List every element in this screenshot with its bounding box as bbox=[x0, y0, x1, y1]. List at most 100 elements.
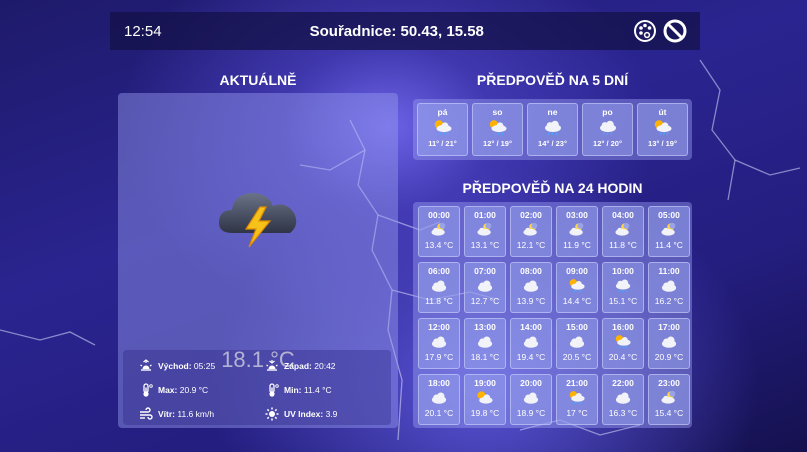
hour-label: 03:00 bbox=[566, 210, 588, 220]
hour-card: 23:00 15.4 °C bbox=[648, 374, 690, 425]
hour-label: 05:00 bbox=[658, 210, 680, 220]
detail-label: Max: bbox=[158, 385, 178, 395]
detail-value: 3.9 bbox=[325, 409, 338, 419]
hour-card: 15:00 20.5 °C bbox=[556, 318, 598, 369]
sun-cloud-rain-icon bbox=[434, 120, 451, 136]
day-card: pá 11° / 21° bbox=[417, 103, 468, 156]
sun-cloud-rain-icon bbox=[489, 120, 506, 136]
detail-value: 11.4 °C bbox=[303, 385, 332, 395]
detail-value: 20:42 bbox=[314, 361, 336, 371]
sun-cloud-rain-icon bbox=[654, 120, 671, 136]
hour-card: 03:00 11.9 °C bbox=[556, 206, 598, 257]
hour-temp: 19.8 °C bbox=[470, 408, 500, 418]
hour-card: 11:00 16.2 °C bbox=[648, 262, 690, 313]
hour-label: 00:00 bbox=[428, 210, 450, 220]
sun-cloud-rain-icon bbox=[615, 335, 631, 349]
hour-label: 16:00 bbox=[612, 322, 634, 332]
hour-temp: 20.1 °C bbox=[424, 408, 454, 418]
detail-item: Min: 11.4 °C bbox=[265, 378, 391, 402]
hour-card: 20:00 18.9 °C bbox=[510, 374, 552, 425]
hour-card: 07:00 12.7 °C bbox=[464, 262, 506, 313]
moon-cloud-icon bbox=[661, 222, 676, 236]
forecast5-title: PŘEDPOVĚĎ NA 5 DNÍ bbox=[476, 72, 629, 88]
block-icon[interactable] bbox=[662, 18, 688, 44]
day-temp-range: 12° / 19° bbox=[483, 139, 512, 148]
day-card: út 13° / 19° bbox=[637, 103, 688, 156]
hour-temp: 11.8 °C bbox=[425, 296, 453, 306]
hour-label: 19:00 bbox=[474, 378, 496, 388]
hour-label: 02:00 bbox=[520, 210, 542, 220]
hour-label: 04:00 bbox=[612, 210, 634, 220]
wind-icon bbox=[140, 407, 153, 420]
hour-temp: 12.1 °C bbox=[516, 240, 546, 250]
hour-card: 14:00 19.4 °C bbox=[510, 318, 552, 369]
detail-item: Východ: 05:25 bbox=[139, 354, 265, 378]
detail-label: UV Index: bbox=[284, 409, 324, 419]
hour-label: 09:00 bbox=[566, 266, 588, 276]
hour-card: 04:00 11.8 °C bbox=[602, 206, 644, 257]
hour-label: 10:00 bbox=[612, 266, 634, 276]
hour-temp: 17.9 °C bbox=[424, 352, 454, 362]
hour-card: 05:00 11.4 °C bbox=[648, 206, 690, 257]
day-temp-range: 14° / 23° bbox=[538, 139, 567, 148]
hour-temp: 20.9 °C bbox=[654, 352, 684, 362]
hour-card: 08:00 13.9 °C bbox=[510, 262, 552, 313]
forecast-5-days: pá 11° / 21° so 12° / 19° ne 14° / 23° po 1… bbox=[413, 99, 692, 160]
hour-label: 18:00 bbox=[428, 378, 450, 388]
hour-label: 07:00 bbox=[474, 266, 496, 276]
day-temp-range: 12° / 20° bbox=[593, 139, 622, 148]
day-name: pá bbox=[437, 107, 448, 117]
moon-cloud-icon bbox=[523, 222, 538, 236]
hour-card: 06:00 11.8 °C bbox=[418, 262, 460, 313]
clock: 12:54 bbox=[124, 22, 162, 40]
moon-cloud-icon bbox=[477, 222, 492, 236]
hour-label: 20:00 bbox=[520, 378, 542, 388]
coordinates: Souřadnice: 50.43, 15.58 bbox=[309, 22, 484, 40]
palette-icon[interactable] bbox=[632, 18, 658, 44]
forecast24-title: PŘEDPOVĚĎ NA 24 HODIN bbox=[462, 180, 643, 196]
hour-card: 17:00 20.9 °C bbox=[648, 318, 690, 369]
cloud-rain-icon bbox=[599, 120, 616, 136]
detail-label: Min: bbox=[284, 385, 302, 395]
detail-item: Max: 20.9 °C bbox=[139, 378, 265, 402]
sun-cloud-rain-icon bbox=[569, 279, 585, 293]
hour-label: 15:00 bbox=[566, 322, 588, 332]
hour-temp: 15.1 °C bbox=[608, 296, 638, 306]
hour-temp: 13.9 °C bbox=[516, 296, 546, 306]
hour-card: 09:00 14.4 °C bbox=[556, 262, 598, 313]
hour-label: 08:00 bbox=[520, 266, 542, 276]
cloud-icon bbox=[661, 280, 677, 292]
cloud-icon bbox=[523, 336, 539, 348]
hour-temp: 13.4 °C bbox=[424, 240, 454, 250]
moon-cloud-icon bbox=[661, 390, 676, 404]
hour-temp: 17 °C bbox=[566, 408, 588, 418]
hour-label: 14:00 bbox=[520, 322, 542, 332]
hour-temp: 13.1 °C bbox=[470, 240, 500, 250]
hour-temp: 16.2 °C bbox=[654, 296, 684, 306]
hour-card: 18:00 20.1 °C bbox=[418, 374, 460, 425]
top-bar: 12:54 Souřadnice: 50.43, 15.58 bbox=[110, 12, 700, 50]
day-temp-range: 11° / 21° bbox=[428, 139, 457, 148]
hour-temp: 11.9 °C bbox=[563, 240, 591, 250]
hour-temp: 14.4 °C bbox=[562, 296, 592, 306]
day-name: ne bbox=[547, 107, 558, 117]
detail-label: Východ: bbox=[158, 361, 192, 371]
hour-temp: 19.4 °C bbox=[516, 352, 546, 362]
hour-temp: 15.4 °C bbox=[654, 408, 684, 418]
hour-temp: 18.9 °C bbox=[516, 408, 546, 418]
day-card: ne 14° / 23° bbox=[527, 103, 578, 156]
hour-label: 23:00 bbox=[658, 378, 680, 388]
cloud-icon bbox=[431, 336, 447, 348]
cloud-icon bbox=[477, 280, 493, 292]
hour-card: 19:00 19.8 °C bbox=[464, 374, 506, 425]
hour-temp: 16.3 °C bbox=[608, 408, 638, 418]
hour-temp: 11.4 °C bbox=[655, 240, 683, 250]
thunderstorm-icon bbox=[218, 193, 297, 248]
hour-label: 06:00 bbox=[428, 266, 450, 276]
cloud-icon bbox=[523, 280, 539, 292]
detail-label: Západ: bbox=[284, 361, 312, 371]
sun-cloud-icon bbox=[477, 391, 493, 404]
cloud-icon bbox=[615, 392, 631, 404]
hour-card: 13:00 18.1 °C bbox=[464, 318, 506, 369]
cloud-icon bbox=[431, 392, 447, 404]
